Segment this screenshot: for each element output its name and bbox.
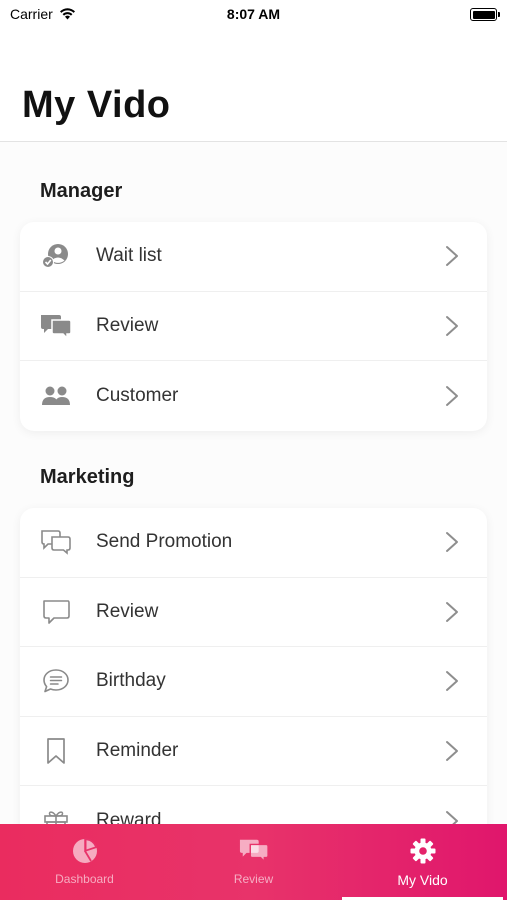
tab-label: Review [233,872,274,886]
chevron-right-icon [446,601,458,622]
chevron-right-icon [446,810,458,824]
pie-chart-icon [70,836,100,866]
speech-bubble-icon [40,598,72,626]
menu-item-wait-list[interactable]: Wait list [20,222,487,292]
tab-review[interactable]: Review [169,824,338,900]
menu-item-send-promotion[interactable]: Send Promotion [20,508,487,578]
chat-bubbles-icon [40,312,72,340]
menu-item-label: Send Promotion [96,531,233,553]
gear-icon [408,836,438,866]
chevron-right-icon [446,246,458,267]
menu-item-review[interactable]: Review [20,292,487,361]
menu-item-reminder[interactable]: Reminder [20,717,487,786]
gift-icon [40,807,72,824]
section-title-marketing: Marketing [40,466,135,488]
menu-item-label: Review [96,314,159,336]
page-title: My Vido [22,84,171,126]
bookmark-icon [40,737,72,765]
chevron-right-icon [446,740,458,761]
users-icon [40,382,72,410]
menu-item-label: Review [96,600,159,622]
menu-item-label: Reminder [96,739,179,761]
menu-item-reward[interactable]: Reward [20,786,487,824]
tab-bar: Dashboard Review My Vido [0,824,507,900]
section-title-manager: Manager [40,180,123,202]
tab-label: Dashboard [55,872,114,886]
status-bar: Carrier 8:07 AM [0,0,507,30]
menu-item-label: Birthday [96,670,166,692]
chevron-right-icon [446,532,458,553]
menu-item-customer[interactable]: Customer [20,361,487,431]
wait-list-icon [40,242,72,270]
menu-item-label: Reward [96,809,162,824]
message-circle-icon [40,667,72,695]
chat-outline-icon [40,528,72,556]
menu-item-review-marketing[interactable]: Review [20,578,487,647]
tab-dashboard[interactable]: Dashboard [0,824,169,900]
chevron-right-icon [446,315,458,336]
chat-bubbles-icon [239,836,269,866]
menu-item-label: Customer [96,384,179,406]
battery-icon [470,8,500,21]
menu-item-label: Wait list [96,245,162,267]
chevron-right-icon [446,385,458,406]
tab-label: My Vido [397,872,448,888]
chevron-right-icon [446,671,458,692]
menu-item-birthday[interactable]: Birthday [20,647,487,717]
marketing-card: Send Promotion Review Birthday Reminder … [20,508,487,824]
tab-my-vido[interactable]: My Vido [338,824,507,900]
status-time: 8:07 AM [226,6,281,22]
manager-card: Wait list Review Customer [20,222,487,431]
settings-list[interactable]: Manager Wait list Review Customer Market… [0,142,507,824]
